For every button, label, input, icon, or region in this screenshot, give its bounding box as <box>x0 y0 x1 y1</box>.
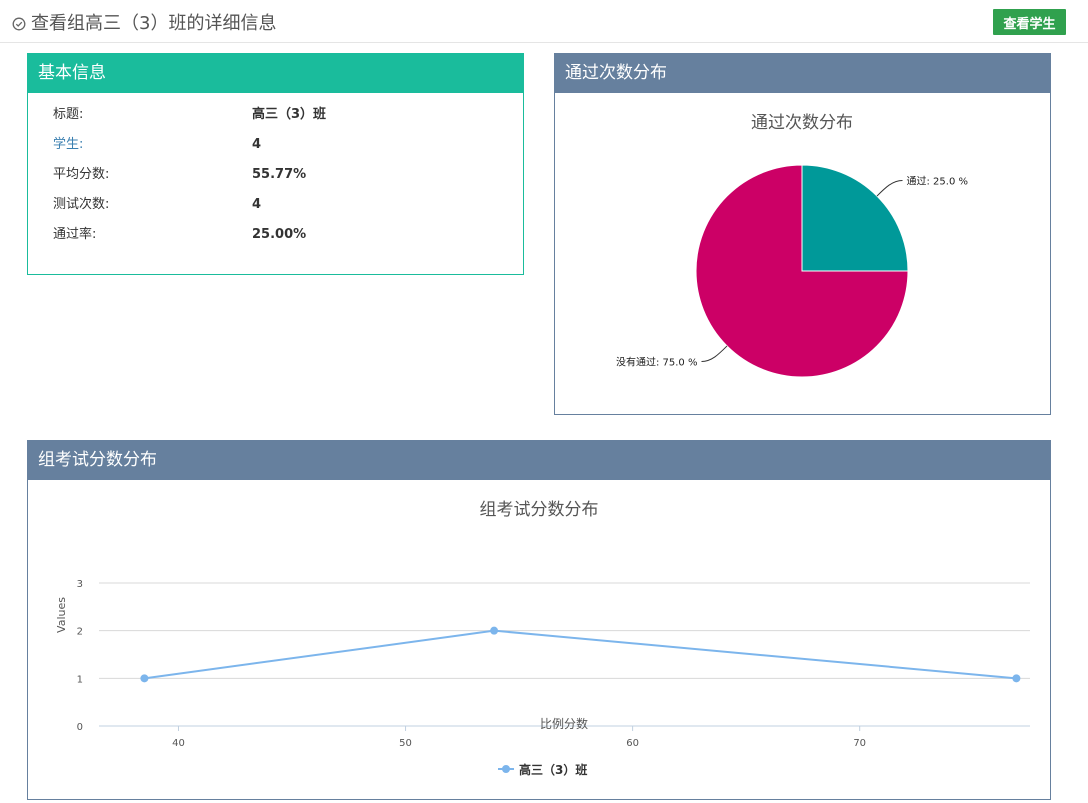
info-label-title: 标题: <box>53 107 84 122</box>
y-tick-label-2: 2 <box>77 627 83 638</box>
info-label-pass-rate: 通过率: <box>53 227 97 242</box>
basic-info-heading: 基本信息 <box>27 53 524 93</box>
pie-label-connector-1 <box>701 345 728 363</box>
info-label-tests: 测试次数: <box>53 197 110 212</box>
data-point-2[interactable] <box>1012 674 1021 683</box>
pie-data-label-0: 通过: 25.0 % <box>907 174 969 187</box>
page-title: 查看组高三（3）班的详细信息 <box>12 9 276 35</box>
x-tick-label-40: 40 <box>172 738 185 749</box>
score-line-chart: 组考试分数分布 0 1 2 3 40 50 60 70 Values 比例分数 高三（3）班 <box>55 500 1030 777</box>
x-axis-label: 比例分数 <box>540 716 588 731</box>
info-value-students: 4 <box>252 137 262 152</box>
pie-data-label-1: 没有通过: 75.0 % <box>616 356 698 369</box>
chart-legend[interactable]: 高三（3）班 <box>498 762 587 777</box>
info-value-pass-rate: 25.00% <box>252 227 307 242</box>
legend-marker-symbol <box>502 765 510 773</box>
info-value-tests: 4 <box>252 197 262 212</box>
pie-chart-title: 通过次数分布 <box>751 113 853 133</box>
info-value-title: 高三（3）班 <box>252 107 327 122</box>
page-title-text: 查看组高三（3）班的详细信息 <box>31 13 277 34</box>
view-students-button[interactable]: 查看学生 <box>993 9 1066 35</box>
top-bar: 查看组高三（3）班的详细信息 查看学生 <box>0 0 1088 43</box>
y-tick-label-0: 0 <box>77 722 83 733</box>
line-chart-title: 组考试分数分布 <box>480 500 599 520</box>
pass-pie-chart: 通过次数分布 通过: 25.0 % 没有通过: 75.0 % <box>616 113 969 378</box>
pass-distribution-heading: 通过次数分布 <box>554 53 1051 93</box>
students-link[interactable]: 学生: <box>53 135 83 155</box>
series-line-0 <box>144 629 1017 680</box>
info-value-avg-score: 55.77% <box>252 167 307 182</box>
info-label-avg-score: 平均分数: <box>53 167 110 182</box>
x-tick-label-70: 70 <box>853 738 866 749</box>
y-tick-label-3: 3 <box>77 579 83 590</box>
basic-info-panel: 基本信息 标题: 高三（3）班 学生: 4 平均分数: 55.77% 测试次数:… <box>27 53 524 275</box>
check-circle-icon <box>12 15 26 31</box>
data-point-0[interactable] <box>140 674 149 683</box>
y-tick-label-1: 1 <box>77 674 83 685</box>
y-axis-label: Values <box>55 597 68 633</box>
pie-label-connector-0 <box>876 179 903 197</box>
pass-distribution-panel: 通过次数分布 通过次数分布 通过: 25.0 % 没有通过: 75.0 % <box>554 53 1051 415</box>
x-tick-label-50: 50 <box>399 738 412 749</box>
pie-slice-0[interactable] <box>801 164 909 272</box>
score-distribution-heading: 组考试分数分布 <box>27 440 1051 480</box>
legend-item-label: 高三（3）班 <box>519 762 587 777</box>
data-point-1[interactable] <box>490 626 499 635</box>
score-distribution-panel: 组考试分数分布 组考试分数分布 0 1 2 3 40 50 60 70 Values 比例分… <box>27 440 1051 800</box>
x-tick-label-60: 60 <box>626 738 639 749</box>
